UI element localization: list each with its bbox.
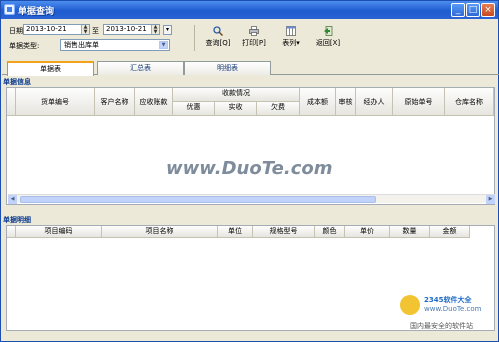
watermark: www.DuoTe.com [166, 158, 333, 179]
col-amount[interactable]: 金额 [430, 226, 470, 238]
col-receipt-group: 收款情况 [173, 88, 300, 102]
col-owed[interactable]: 欠费 [257, 102, 300, 116]
logo-line3: 国内最安全的软件站 [410, 322, 473, 330]
date-dropdown-button[interactable]: ▾ [163, 25, 172, 35]
query-button[interactable]: 查询[Q] [203, 25, 233, 51]
info-section-title: 单据信息 [3, 78, 31, 86]
print-label: 打印[P] [242, 39, 266, 47]
row-header-corner [7, 88, 16, 116]
maximize-button[interactable]: □ [466, 3, 480, 17]
columns-label: 表列 [282, 39, 297, 47]
toolbar: 查询[Q] 打印[P] 表列▾ 返回[X] [194, 25, 344, 51]
search-icon [213, 26, 223, 36]
logo-line2: www.DuoTe.com [424, 305, 482, 313]
query-window: 单据查询 _ □ × 日期 2013-10-21 ▲ ▼ 至 2013-10-21… [0, 0, 499, 342]
col-original-no[interactable]: 原始单号 [393, 88, 445, 116]
minimize-button[interactable]: _ [451, 3, 465, 17]
col-item-name[interactable]: 项目名称 [102, 226, 218, 238]
tab-documents[interactable]: 单据表 [7, 61, 94, 76]
columns-button[interactable]: 表列▾ [277, 25, 305, 51]
scroll-thumb[interactable] [20, 196, 376, 203]
date-to-input[interactable]: 2013-10-21 ▲ ▼ [103, 24, 160, 35]
scroll-left-icon[interactable]: ◀ [8, 195, 17, 204]
tab-detail[interactable]: 明细表 [184, 61, 271, 75]
col-customer[interactable]: 客户名称 [95, 88, 135, 116]
detail-section-title: 单据明细 [3, 216, 31, 224]
logo-line1: 2345软件大全 [424, 296, 472, 304]
col-warehouse[interactable]: 仓库名称 [445, 88, 494, 116]
close-button[interactable]: × [481, 3, 495, 17]
date-from-value: 2013-10-21 [26, 25, 67, 33]
col-item-code[interactable]: 项目编码 [16, 226, 102, 238]
col-qty[interactable]: 数量 [390, 226, 430, 238]
date-from-input[interactable]: 2013-10-21 ▲ ▼ [23, 24, 90, 35]
date-from-spin[interactable]: ▲ ▼ [81, 25, 89, 34]
tab-bar: 单据表 汇总表 明细表 [2, 61, 499, 76]
exit-icon [324, 26, 333, 36]
doc-type-select[interactable]: 销售出库单 ▼ [60, 39, 170, 51]
date-to-value: 2013-10-21 [106, 25, 147, 33]
print-button[interactable]: 打印[P] [239, 25, 269, 51]
col-received[interactable]: 实收 [215, 102, 257, 116]
col-color[interactable]: 颜色 [315, 226, 345, 238]
back-label: 返回[X] [315, 39, 341, 47]
col-unit[interactable]: 单位 [218, 226, 253, 238]
col-doc-no[interactable]: 货单编号 [16, 88, 95, 116]
chevron-down-icon[interactable]: ▼ [159, 41, 168, 49]
info-horizontal-scrollbar[interactable]: ◀ ▶ [8, 194, 495, 204]
col-receivable[interactable]: 应收账款 [135, 88, 173, 116]
date-label: 日期 [9, 27, 23, 35]
title-bar[interactable]: 单据查询 _ □ × [1, 1, 498, 19]
col-audit[interactable]: 审核 [336, 88, 356, 116]
type-label: 单据类型: [9, 42, 40, 50]
query-label: 查询[Q] [205, 39, 231, 47]
col-cost[interactable]: 成本额 [300, 88, 336, 116]
col-spec[interactable]: 规格型号 [253, 226, 315, 238]
info-table: 货单编号 客户名称 应收账款 收款情况 优惠 实收 欠费 成本额 审核 经办人 … [6, 87, 495, 205]
col-discount[interactable]: 优惠 [173, 102, 215, 116]
printer-icon [249, 26, 259, 36]
col-price[interactable]: 单价 [345, 226, 390, 238]
tab-summary[interactable]: 汇总表 [97, 61, 184, 75]
logo-icon [400, 295, 420, 315]
col-operator[interactable]: 经办人 [356, 88, 393, 116]
to-label: 至 [92, 27, 99, 35]
row-header-corner [7, 226, 16, 238]
site-logo: 2345软件大全 www.DuoTe.com 国内最安全的软件站 [400, 293, 497, 335]
date-to-spin[interactable]: ▲ ▼ [151, 25, 159, 34]
columns-icon [286, 26, 296, 36]
window-title: 单据查询 [18, 7, 55, 17]
scroll-right-icon[interactable]: ▶ [486, 195, 495, 204]
doc-type-value: 销售出库单 [64, 41, 99, 49]
back-button[interactable]: 返回[X] [313, 25, 343, 51]
chevron-down-icon: ▾ [296, 39, 300, 47]
app-icon [4, 4, 15, 15]
